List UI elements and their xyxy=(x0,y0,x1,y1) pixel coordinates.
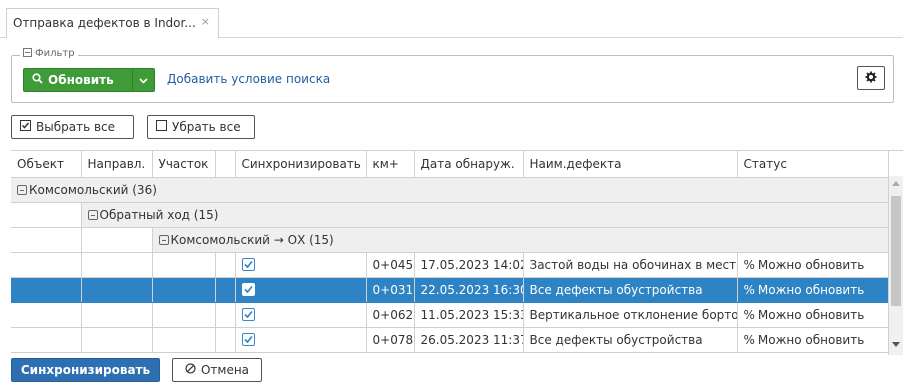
collapse-icon[interactable] xyxy=(87,209,98,220)
link-icon: % xyxy=(743,332,755,347)
sync-cell[interactable] xyxy=(235,327,367,353)
add-condition-link[interactable]: Добавить условие поиска xyxy=(167,72,330,86)
defect-cell: Все дефекты обустройства xyxy=(523,327,738,353)
table-row[interactable]: 0+045 17.05.2023 14:02 Застой воды на об… xyxy=(11,252,889,278)
tab-title: Отправка дефектов в Indor... xyxy=(13,16,196,30)
defect-cell: Вертикальное отклонение бортовог xyxy=(523,302,738,328)
col-header-status[interactable]: Статус xyxy=(737,151,889,178)
link-icon: % xyxy=(743,282,755,297)
col-header-section[interactable]: Участок xyxy=(152,151,216,178)
sync-cell[interactable] xyxy=(235,252,367,278)
group-title: Обратный ход (15) xyxy=(99,207,219,222)
cancel-label: Отмена xyxy=(200,363,250,377)
group-title: Комсомольский (36) xyxy=(29,182,157,197)
sync-button[interactable]: Синхронизировать xyxy=(11,358,160,382)
refresh-label: Обновить xyxy=(48,73,114,87)
filter-legend[interactable]: Фильтр xyxy=(20,48,78,59)
close-icon[interactable]: × xyxy=(201,15,210,28)
group-label: Комсомольский → ОХ (15) xyxy=(152,227,889,253)
indent-cell xyxy=(11,202,82,228)
table-row-selected[interactable]: 0+031 22.05.2023 16:30 Все дефекты обуст… xyxy=(11,277,889,303)
refresh-main[interactable]: Обновить xyxy=(24,69,132,91)
status-cell: % Можно обновить xyxy=(737,302,889,328)
sync-cell[interactable] xyxy=(235,277,367,303)
deselect-all-label: Убрать все xyxy=(172,120,241,134)
scroll-thumb[interactable] xyxy=(891,196,901,306)
col-header-date[interactable]: Дата обнаруж. xyxy=(414,151,524,178)
settings-button[interactable] xyxy=(857,66,885,90)
defect-cell: Все дефекты обустройства xyxy=(523,277,738,303)
link-icon: % xyxy=(743,257,755,272)
checked-box-icon xyxy=(20,120,31,134)
col-header-km[interactable]: км+ xyxy=(366,151,415,178)
sync-checkbox[interactable] xyxy=(241,257,255,271)
group-label: Комсомольский (36) xyxy=(11,177,889,203)
collapse-icon[interactable] xyxy=(23,48,32,57)
group-row-object[interactable]: Комсомольский (36) xyxy=(11,177,889,203)
km-cell: 0+062 xyxy=(366,302,415,328)
col-header-defect[interactable]: Наим.дефекта xyxy=(523,151,738,178)
status-cell: % Можно обновить xyxy=(737,327,889,353)
defect-cell: Застой воды на обочинах в местах с xyxy=(523,252,738,278)
table-row[interactable]: 0+062 11.05.2023 15:33 Вертикальное откл… xyxy=(11,302,889,328)
sync-checkbox[interactable] xyxy=(241,332,255,346)
sync-checkbox[interactable] xyxy=(241,307,255,321)
search-icon xyxy=(32,73,43,87)
select-all-button[interactable]: Выбрать все xyxy=(11,115,134,139)
filter-legend-label: Фильтр xyxy=(35,48,75,59)
date-cell: 11.05.2023 15:33 xyxy=(414,302,524,328)
sync-label: Синхронизировать xyxy=(20,363,151,377)
deselect-all-button[interactable]: Убрать все xyxy=(147,115,255,139)
refresh-button[interactable]: Обновить xyxy=(23,68,155,92)
col-header-blank xyxy=(215,151,236,178)
tab-bar: Отправка дефектов в Indor... × xyxy=(0,0,903,38)
cancel-button[interactable]: Отмена xyxy=(172,358,262,382)
refresh-dropdown[interactable] xyxy=(132,69,154,91)
tab-defects-export[interactable]: Отправка дефектов в Indor... × xyxy=(6,8,219,38)
date-cell: 17.05.2023 14:02 xyxy=(414,252,524,278)
col-header-direction[interactable]: Направл. xyxy=(81,151,153,178)
defects-grid: Объект Направл. Участок Синхронизировать… xyxy=(11,150,903,355)
gear-icon xyxy=(865,71,877,86)
indent-cell xyxy=(11,227,82,253)
status-text: Можно обновить xyxy=(757,332,865,347)
sync-cell[interactable] xyxy=(235,302,367,328)
km-cell: 0+031 xyxy=(366,277,415,303)
group-row-direction[interactable]: Обратный ход (15) xyxy=(11,202,889,228)
group-title: Комсомольский → ОХ (15) xyxy=(170,232,334,247)
collapse-icon[interactable] xyxy=(158,234,169,245)
km-cell: 0+078 xyxy=(366,327,415,353)
scroll-up-icon[interactable] xyxy=(892,181,900,186)
col-header-sync[interactable]: Синхронизировать xyxy=(235,151,367,178)
status-text: Можно обновить xyxy=(757,282,865,297)
grid-scrollbar[interactable] xyxy=(888,176,903,355)
select-all-label: Выбрать все xyxy=(36,120,116,134)
filter-panel: Фильтр Обновить Добавить условие поиска xyxy=(11,48,894,103)
collapse-icon[interactable] xyxy=(17,184,27,195)
link-icon: % xyxy=(743,307,755,322)
indent-cell xyxy=(81,227,153,253)
table-row[interactable]: 0+078 26.05.2023 11:37 Все дефекты обуст… xyxy=(11,327,889,353)
cancel-icon xyxy=(185,363,196,377)
status-text: Можно обновить xyxy=(757,307,865,322)
date-cell: 26.05.2023 11:37 xyxy=(414,327,524,353)
group-row-section[interactable]: Комсомольский → ОХ (15) xyxy=(11,227,889,253)
sync-checkbox[interactable] xyxy=(241,282,255,296)
date-cell: 22.05.2023 16:30 xyxy=(414,277,524,303)
status-cell: % Можно обновить xyxy=(737,277,889,303)
col-header-object[interactable]: Объект xyxy=(11,151,82,178)
status-cell: % Можно обновить xyxy=(737,252,889,278)
km-cell: 0+045 xyxy=(366,252,415,278)
chevron-down-icon xyxy=(139,73,148,87)
unchecked-box-icon xyxy=(156,120,167,134)
status-text: Можно обновить xyxy=(757,257,865,272)
group-label: Обратный ход (15) xyxy=(81,202,889,228)
scroll-down-icon[interactable] xyxy=(892,342,900,347)
header-row: Объект Направл. Участок Синхронизировать… xyxy=(11,151,889,178)
